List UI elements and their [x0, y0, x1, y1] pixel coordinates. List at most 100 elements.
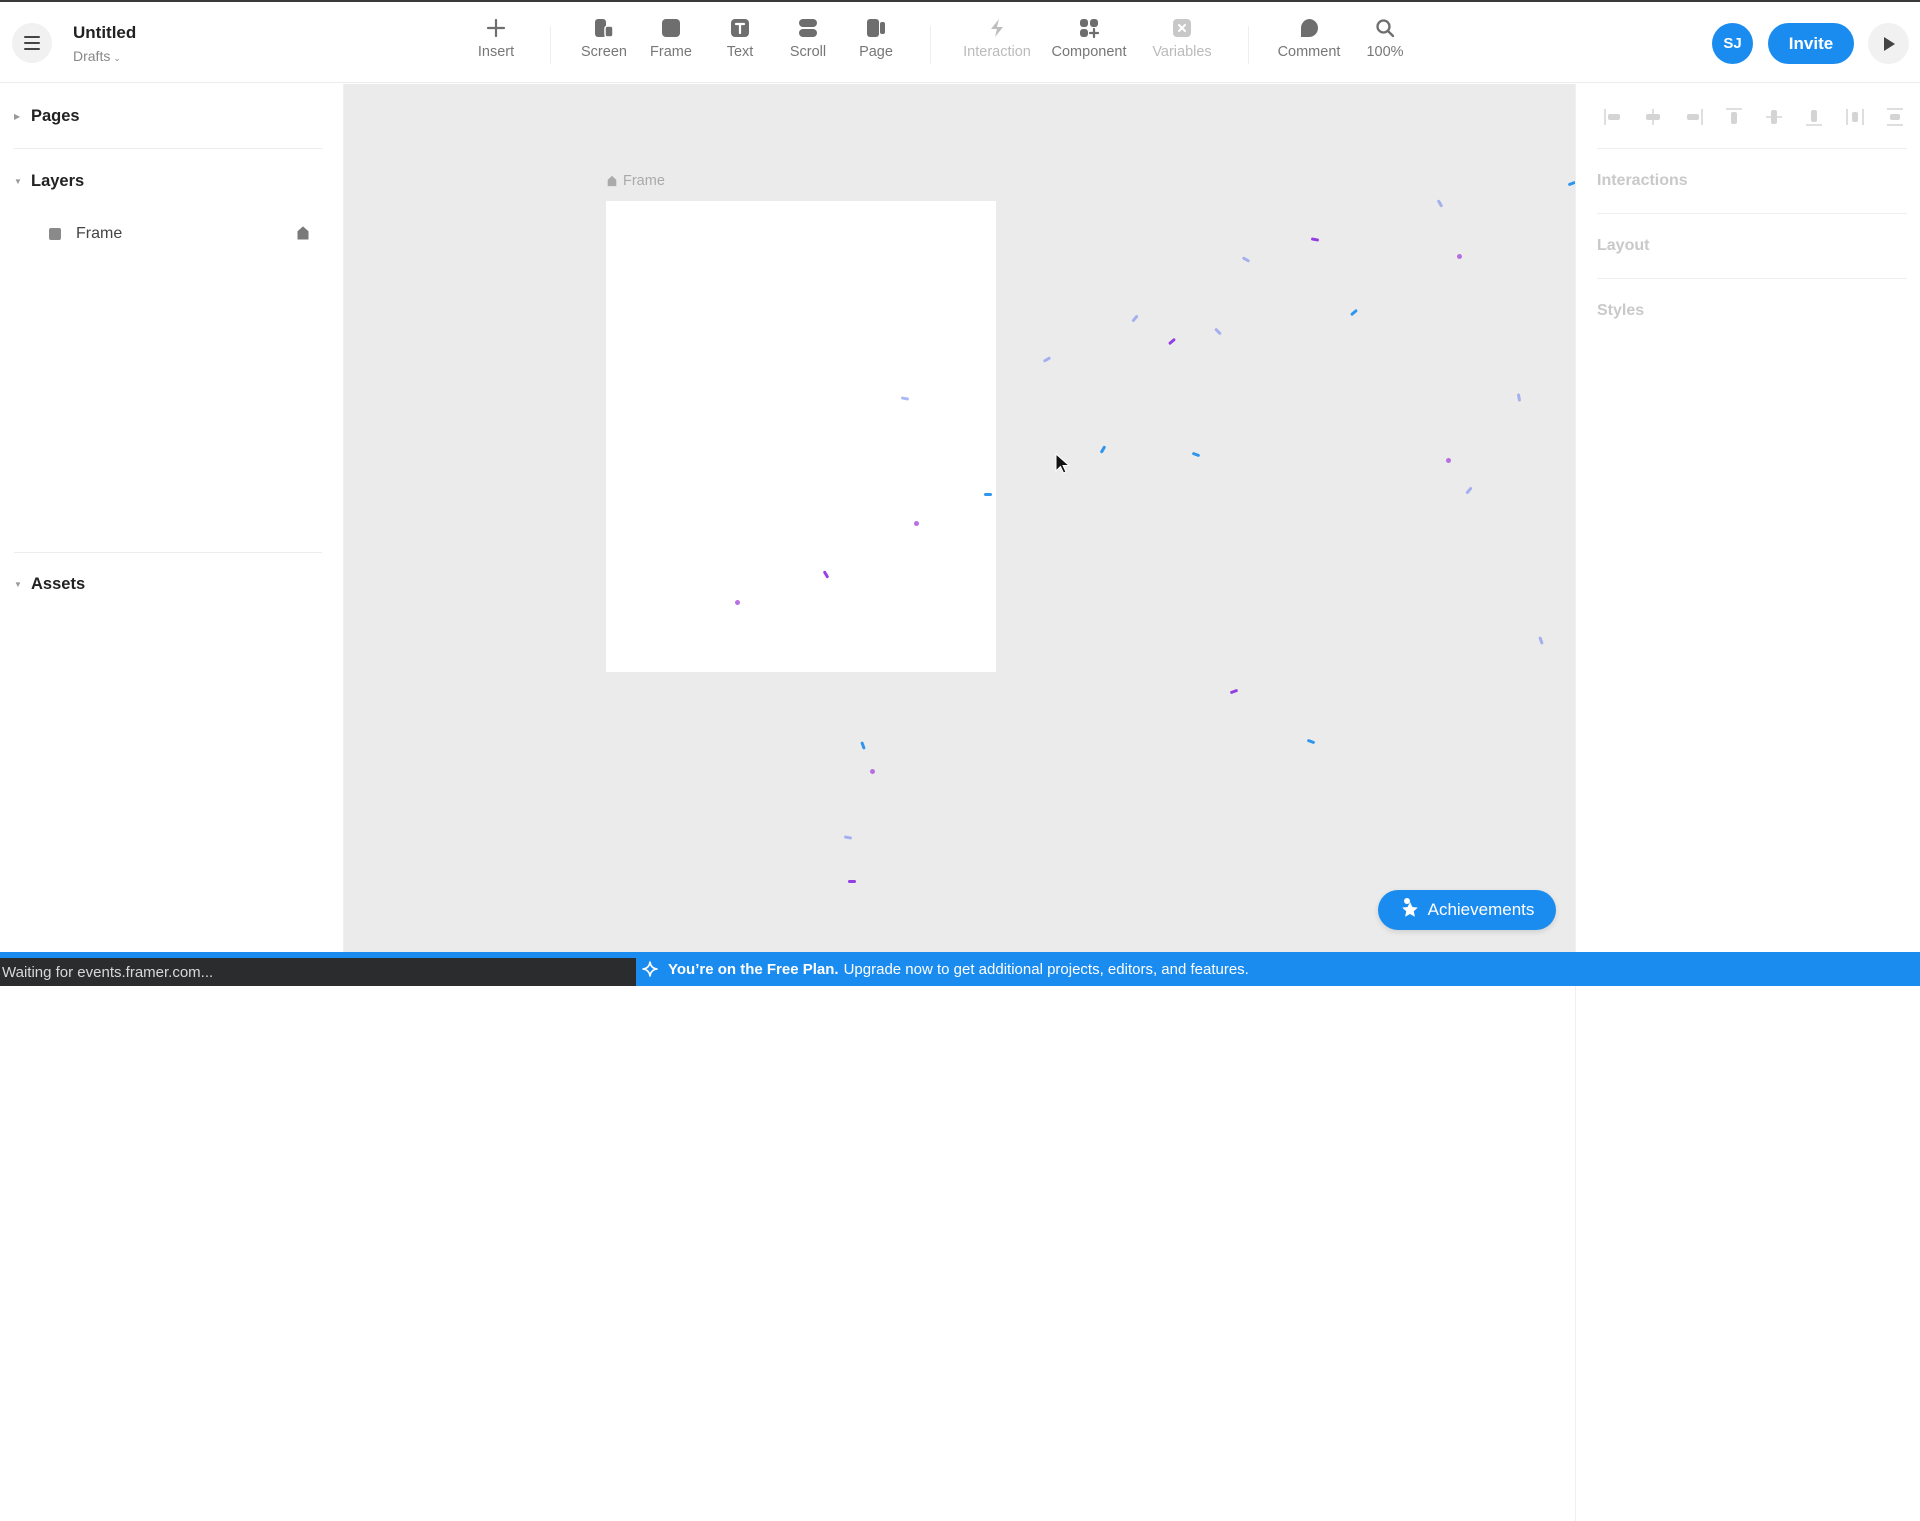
- project-location-label: Drafts: [73, 48, 111, 64]
- zoom-level-control[interactable]: 100%: [1360, 16, 1410, 68]
- confetti-particle: [1042, 356, 1052, 363]
- achievements-label: Achievements: [1427, 900, 1535, 919]
- confetti-particle: [1214, 327, 1222, 336]
- toolbar-divider: [930, 26, 931, 64]
- frame-artboard[interactable]: [606, 201, 996, 672]
- align-right-button[interactable]: [1680, 102, 1708, 132]
- layer-item[interactable]: Frame: [0, 217, 344, 251]
- project-title[interactable]: Untitled: [73, 23, 136, 43]
- frame-layer-icon: [49, 228, 61, 240]
- layout-section-header[interactable]: Layout: [1597, 237, 1649, 255]
- confetti-particle: [860, 741, 866, 750]
- tool-interaction[interactable]: Interaction: [955, 16, 1039, 68]
- tool-component[interactable]: Component: [1047, 16, 1131, 68]
- align-center-vertical-icon: [1766, 110, 1783, 124]
- confetti-particle: [1516, 393, 1522, 402]
- divider: [1597, 278, 1907, 279]
- confetti-particle: [1306, 738, 1316, 745]
- styles-section-header[interactable]: Styles: [1597, 302, 1644, 320]
- pages-section-header[interactable]: ▶ Pages Page 1: [0, 101, 1920, 1053]
- banner-upgrade-text: Upgrade now to get additional projects, …: [843, 960, 1249, 978]
- tool-label: Insert: [477, 44, 515, 60]
- tool-label: Variables: [1152, 44, 1212, 60]
- user-avatar[interactable]: SJ: [1712, 23, 1753, 64]
- preview-button[interactable]: [1868, 23, 1909, 64]
- align-bottom-icon: [1806, 110, 1823, 126]
- interactions-section-header[interactable]: Interactions: [1597, 172, 1688, 190]
- confetti-particle: [1457, 254, 1462, 259]
- achievements-button[interactable]: Achievements: [1378, 890, 1556, 930]
- tool-screen[interactable]: Screen: [578, 16, 630, 68]
- confetti-particle: [1099, 445, 1107, 454]
- assets-section-header[interactable]: ▼ Assets Components: [0, 569, 1920, 1521]
- divider: [1597, 213, 1907, 214]
- tool-label: Interaction: [963, 44, 1031, 60]
- divider: [14, 552, 322, 553]
- divider: [14, 148, 322, 149]
- tool-label: Frame: [650, 44, 692, 60]
- frame-icon: [659, 16, 683, 40]
- chevron-down-icon: ⌄: [113, 53, 121, 63]
- alignment-toolbar: [1599, 102, 1909, 132]
- star-icon: [1401, 902, 1418, 917]
- lightning-icon: [985, 16, 1009, 40]
- home-icon: [607, 175, 617, 187]
- align-center-horizontal-button[interactable]: [1639, 102, 1667, 132]
- align-bottom-button[interactable]: [1800, 102, 1828, 132]
- play-icon: [1883, 36, 1895, 51]
- scroll-icon: [796, 16, 820, 40]
- browser-status-bar: Waiting for events.framer.com...: [0, 955, 636, 986]
- toolbar-divider: [1248, 26, 1249, 64]
- component-icon: [1077, 16, 1101, 40]
- tool-insert[interactable]: Insert: [470, 16, 522, 68]
- frame-label[interactable]: Frame: [606, 173, 665, 189]
- banner-plan-text: You’re on the Free Plan.: [668, 960, 839, 978]
- zoom-level-label: 100%: [1366, 44, 1404, 60]
- layers-section-header[interactable]: ▼ Layers: [0, 166, 344, 196]
- align-center-vertical-button[interactable]: [1760, 102, 1788, 132]
- distribute-horizontal-button[interactable]: [1841, 102, 1869, 132]
- upgrade-banner[interactable]: You’re on the Free Plan. Upgrade now to …: [636, 952, 1920, 986]
- project-location-dropdown[interactable]: Drafts ⌄: [73, 48, 121, 64]
- tool-label: Text: [726, 44, 754, 60]
- align-left-button[interactable]: [1599, 102, 1627, 132]
- tool-frame[interactable]: Frame: [645, 16, 697, 68]
- distribute-vertical-button[interactable]: [1881, 102, 1909, 132]
- align-center-horizontal-icon: [1646, 109, 1661, 125]
- tool-text[interactable]: Text: [714, 16, 766, 68]
- text-icon: [728, 16, 752, 40]
- confetti-particle: [1241, 256, 1251, 263]
- confetti-particle: [1349, 308, 1359, 317]
- layers-title: Layers: [31, 171, 85, 190]
- toolbar-divider: [550, 26, 551, 64]
- design-canvas[interactable]: Frame Achievements: [344, 84, 1575, 952]
- comment-icon: [1297, 16, 1321, 40]
- tool-scroll[interactable]: Scroll: [782, 16, 834, 68]
- plus-icon: [484, 16, 508, 40]
- left-panel: ▶ Pages Page 1 ▼ Layers Frame ▼ Assets C…: [0, 84, 1920, 1521]
- chevron-right-icon: ▶: [14, 111, 21, 121]
- tool-variables[interactable]: Variables: [1140, 16, 1224, 68]
- confetti-particle: [1167, 337, 1177, 346]
- distribute-horizontal-icon: [1845, 109, 1864, 125]
- page-icon: [864, 16, 888, 40]
- confetti-particle: [1436, 199, 1444, 208]
- layer-name: Frame: [76, 225, 123, 242]
- tool-label: Scroll: [789, 44, 827, 60]
- home-icon: [296, 226, 310, 245]
- tool-comment[interactable]: Comment: [1270, 16, 1348, 68]
- confetti-particle: [1567, 180, 1575, 187]
- main-menu-button[interactable]: [12, 23, 52, 63]
- tool-page[interactable]: Page: [850, 16, 902, 68]
- hamburger-icon: [24, 34, 40, 52]
- invite-button[interactable]: Invite: [1768, 23, 1854, 64]
- mouse-cursor: [1055, 452, 1071, 480]
- frame-label-text: Frame: [623, 173, 665, 189]
- confetti-particle: [1446, 458, 1451, 463]
- confetti-particle: [1229, 688, 1239, 695]
- confetti-particle: [1191, 451, 1201, 458]
- align-top-button[interactable]: [1720, 102, 1748, 132]
- align-right-icon: [1686, 109, 1703, 125]
- top-toolbar: Untitled Drafts ⌄ Insert Screen Frame Tex…: [0, 2, 1920, 83]
- assets-title: Assets: [31, 574, 86, 593]
